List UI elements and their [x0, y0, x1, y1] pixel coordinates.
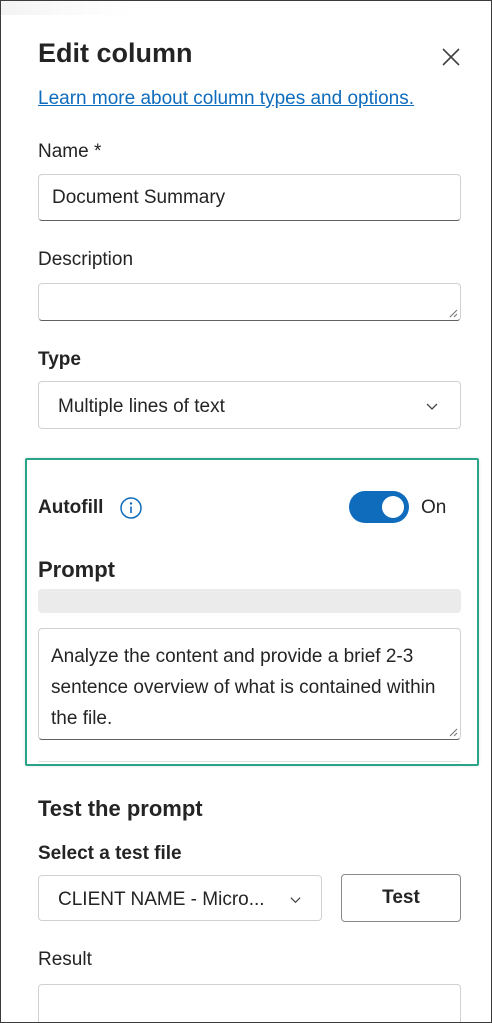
learn-more-link[interactable]: Learn more about column types and option…: [38, 88, 414, 110]
test-button[interactable]: Test: [341, 874, 461, 922]
type-dropdown[interactable]: Multiple lines of text: [38, 381, 461, 429]
close-icon[interactable]: [439, 45, 463, 69]
prompt-text: Analyze the content and provide a brief …: [51, 646, 436, 729]
resize-grip-icon[interactable]: [448, 727, 458, 737]
chevron-down-icon: [290, 897, 301, 904]
autofill-label: Autofill: [38, 497, 104, 518]
info-icon[interactable]: [119, 496, 143, 520]
select-test-file-label: Select a test file: [38, 843, 182, 864]
test-file-dropdown[interactable]: CLIENT NAME - Micro...: [38, 875, 322, 921]
name-input[interactable]: Document Summary: [38, 174, 461, 221]
name-input-value: Document Summary: [52, 187, 226, 208]
prompt-textarea[interactable]: Analyze the content and provide a brief …: [38, 628, 461, 740]
type-dropdown-value: Multiple lines of text: [58, 396, 225, 417]
prompt-label: Prompt: [38, 557, 115, 582]
top-edge-shadow: [1, 1, 131, 15]
resize-grip-icon[interactable]: [448, 308, 458, 318]
name-label: Name *: [38, 141, 102, 162]
section-divider: [38, 761, 461, 762]
toggle-knob: [382, 496, 404, 518]
autofill-toggle[interactable]: [349, 491, 409, 523]
test-file-dropdown-value: CLIENT NAME - Micro...: [58, 889, 265, 910]
result-label: Result: [38, 949, 92, 970]
description-input[interactable]: [38, 283, 461, 321]
result-output: [38, 984, 461, 1022]
test-prompt-heading: Test the prompt: [38, 796, 203, 821]
description-label: Description: [38, 249, 134, 270]
edit-column-panel: Edit column Learn more about column type…: [0, 0, 492, 1023]
chevron-down-icon: [426, 403, 438, 410]
panel-title: Edit column: [38, 38, 193, 68]
type-label: Type: [38, 349, 81, 370]
autofill-toggle-state: On: [421, 497, 447, 518]
prompt-loading-skeleton: [38, 589, 461, 613]
